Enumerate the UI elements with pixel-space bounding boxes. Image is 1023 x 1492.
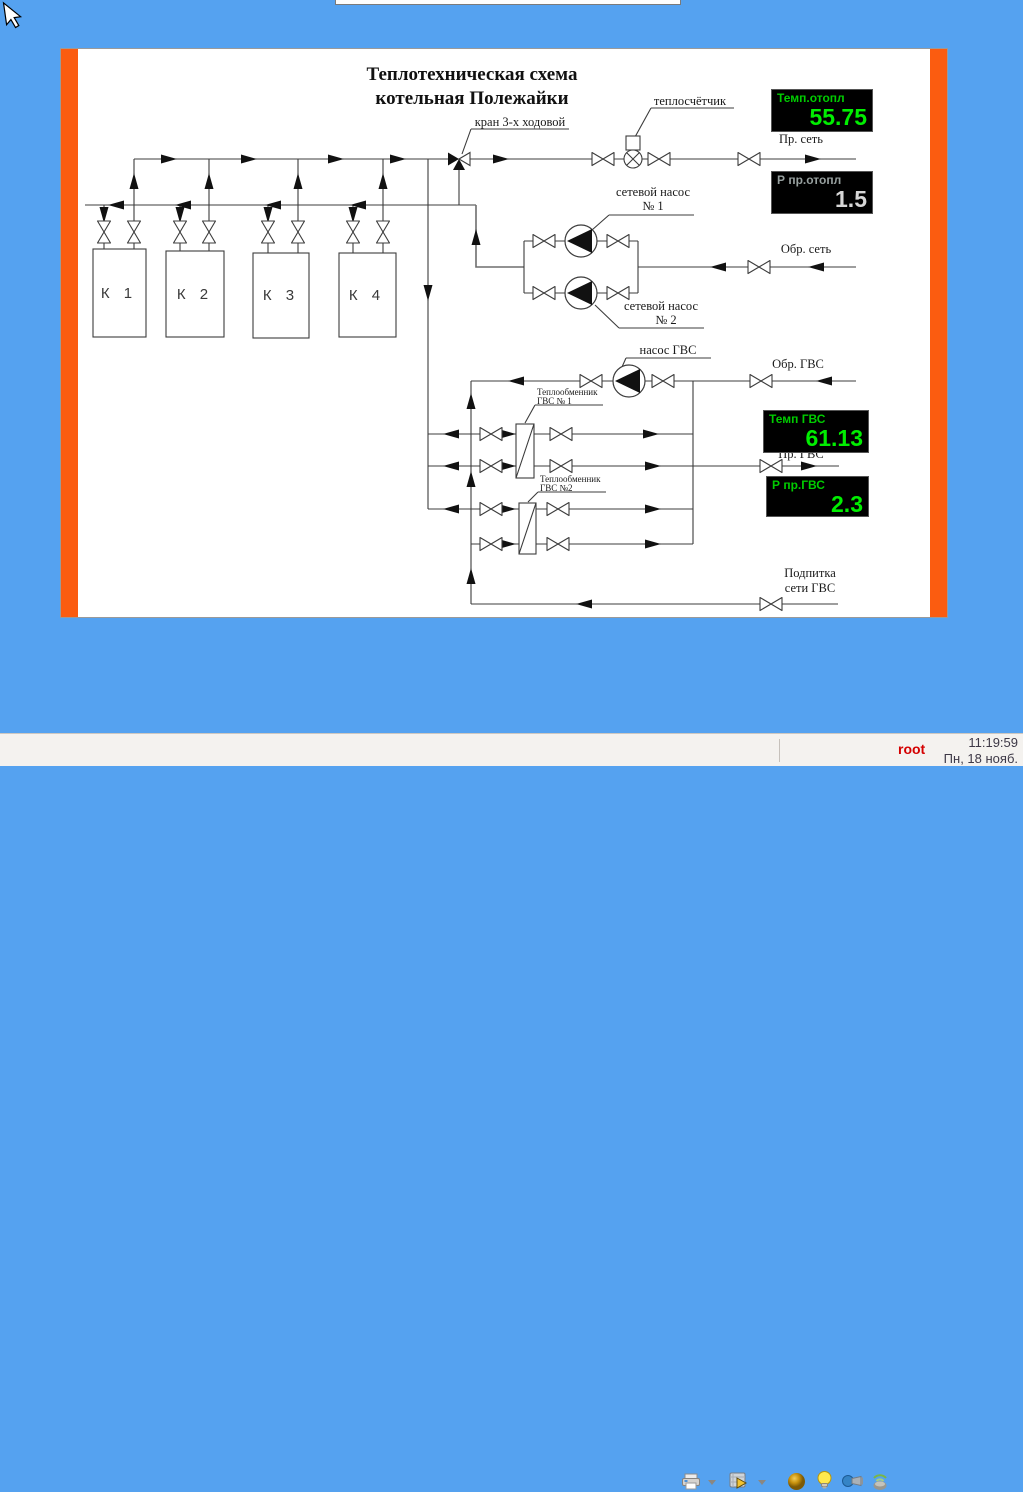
display-label: Р пр.ГВС — [772, 478, 863, 492]
clock-time: 11:19:59 — [936, 735, 1018, 751]
network-icon[interactable] — [870, 1470, 890, 1491]
valve-icon — [550, 428, 572, 441]
valve-icon — [607, 235, 629, 248]
mouse-cursor-icon — [1, 1, 25, 31]
schematic-svg: К 1 К 2 К 3 К 4 кран 3-х ходовой теплосч… — [61, 49, 949, 619]
page-title: Теплотехническая схема котельная Полежай… — [302, 63, 642, 111]
display-label: Темп ГВС — [769, 412, 863, 426]
lamp-icon[interactable] — [816, 1470, 833, 1492]
boiler-k2: К 2 — [166, 251, 224, 337]
label-supply-net: Пр. сеть — [779, 132, 823, 146]
label-network-pump-2: сетевой насос — [624, 299, 698, 313]
printer-icon[interactable] — [681, 1473, 701, 1490]
session-key-icon[interactable] — [842, 1474, 864, 1488]
valve-icon — [547, 503, 569, 516]
printer-dropdown-arrow-icon[interactable] — [708, 1480, 716, 1485]
label-network-pump-1: сетевой насос — [616, 185, 690, 199]
valve-icon — [203, 221, 216, 243]
valve-icon — [760, 460, 782, 473]
label-hx2-num: ГВС №2 — [540, 483, 573, 493]
valve-icon — [480, 538, 502, 551]
network-pump-1-icon — [565, 225, 597, 257]
valve-icon — [347, 221, 360, 243]
valve-icon — [533, 235, 555, 248]
session-user-label: root — [898, 741, 925, 757]
display-label: Р пр.отопл — [777, 173, 867, 187]
clock-applet[interactable]: 11:19:59 Пн, 18 нояб. — [936, 735, 1018, 766]
label-makeup: Подпитка — [784, 566, 836, 580]
valve-icon — [377, 221, 390, 243]
display-label: Темп.отопл — [777, 91, 867, 105]
label-makeup-2: сети ГВС — [785, 581, 835, 595]
valve-icon — [738, 153, 760, 166]
label-three-way-valve: кран 3-х ходовой — [475, 115, 566, 129]
label-network-pump-1-num: № 1 — [642, 199, 663, 213]
label-return-net: Обр. сеть — [781, 242, 832, 256]
valve-icon — [607, 287, 629, 300]
taskbar-separator — [779, 739, 780, 762]
clock-date: Пн, 18 нояб. — [936, 751, 1018, 767]
heat-exchanger-1-icon — [516, 424, 534, 478]
boiler-k4: К 4 — [339, 253, 396, 337]
background-window-edge[interactable] — [335, 0, 681, 5]
three-way-valve-icon — [448, 153, 470, 171]
label-heat-meter: теплосчётчик — [654, 94, 727, 108]
valve-icon — [550, 460, 572, 473]
valve-icon — [760, 598, 782, 611]
boiler-label: К 1 — [101, 285, 137, 302]
boiler-k1: К 1 — [93, 249, 146, 337]
valve-icon — [128, 221, 141, 243]
media-dropdown-arrow-icon[interactable] — [758, 1480, 766, 1485]
page-title-line1: Теплотехническая схема — [302, 63, 642, 87]
valve-icon — [592, 153, 614, 166]
display-p-pr-otopl: Р пр.отопл 1.5 — [771, 171, 873, 214]
display-p-pr-gvs: Р пр.ГВС 2.3 — [766, 476, 869, 517]
valve-icon — [174, 221, 187, 243]
display-value: 55.75 — [777, 105, 867, 129]
valve-icon — [480, 428, 502, 441]
taskbar: root 11:19:59 Пн, 18 нояб. — [0, 733, 1023, 766]
label-gvs-pump: насос ГВС — [640, 343, 697, 357]
valve-icon — [580, 375, 602, 388]
valve-icon — [292, 221, 305, 243]
valve-icon — [648, 153, 670, 166]
valve-icon — [262, 221, 275, 243]
desktop: { "desktop": { "background_color": "#55a… — [0, 0, 1023, 766]
valve-icon — [98, 221, 111, 243]
boiler-label: К 3 — [263, 287, 299, 304]
display-temp-gvs: Темп ГВС 61.13 — [763, 410, 869, 453]
gvs-pump-icon — [613, 365, 645, 397]
status-ball-icon[interactable] — [787, 1472, 806, 1491]
valve-icon — [547, 538, 569, 551]
scada-canvas: К 1 К 2 К 3 К 4 кран 3-х ходовой теплосч… — [60, 48, 948, 618]
valve-icon — [480, 503, 502, 516]
display-value: 61.13 — [769, 426, 863, 450]
heat-exchanger-2-icon — [519, 503, 536, 554]
display-temp-otopl: Темп.отопл 55.75 — [771, 89, 873, 132]
media-applet-icon[interactable] — [729, 1472, 749, 1490]
heat-meter-icon — [624, 136, 642, 168]
valve-icon — [533, 287, 555, 300]
pipe-lines — [85, 159, 856, 604]
boiler-label: К 2 — [177, 286, 213, 303]
label-gvs-return: Обр. ГВС — [772, 357, 824, 371]
display-value: 1.5 — [777, 187, 867, 211]
valve-icon — [480, 460, 502, 473]
valve-icon — [750, 375, 772, 388]
network-pump-2-icon — [565, 277, 597, 309]
valve-icon — [748, 261, 770, 274]
page-title-line2: котельная Полежайки — [302, 87, 642, 111]
display-value: 2.3 — [772, 492, 863, 516]
valve-icon — [652, 375, 674, 388]
label-hx1-num: ГВС № 1 — [537, 396, 572, 406]
label-network-pump-2-num: № 2 — [655, 313, 676, 327]
boiler-label: К 4 — [349, 287, 385, 304]
boiler-k3: К 3 — [253, 253, 309, 338]
